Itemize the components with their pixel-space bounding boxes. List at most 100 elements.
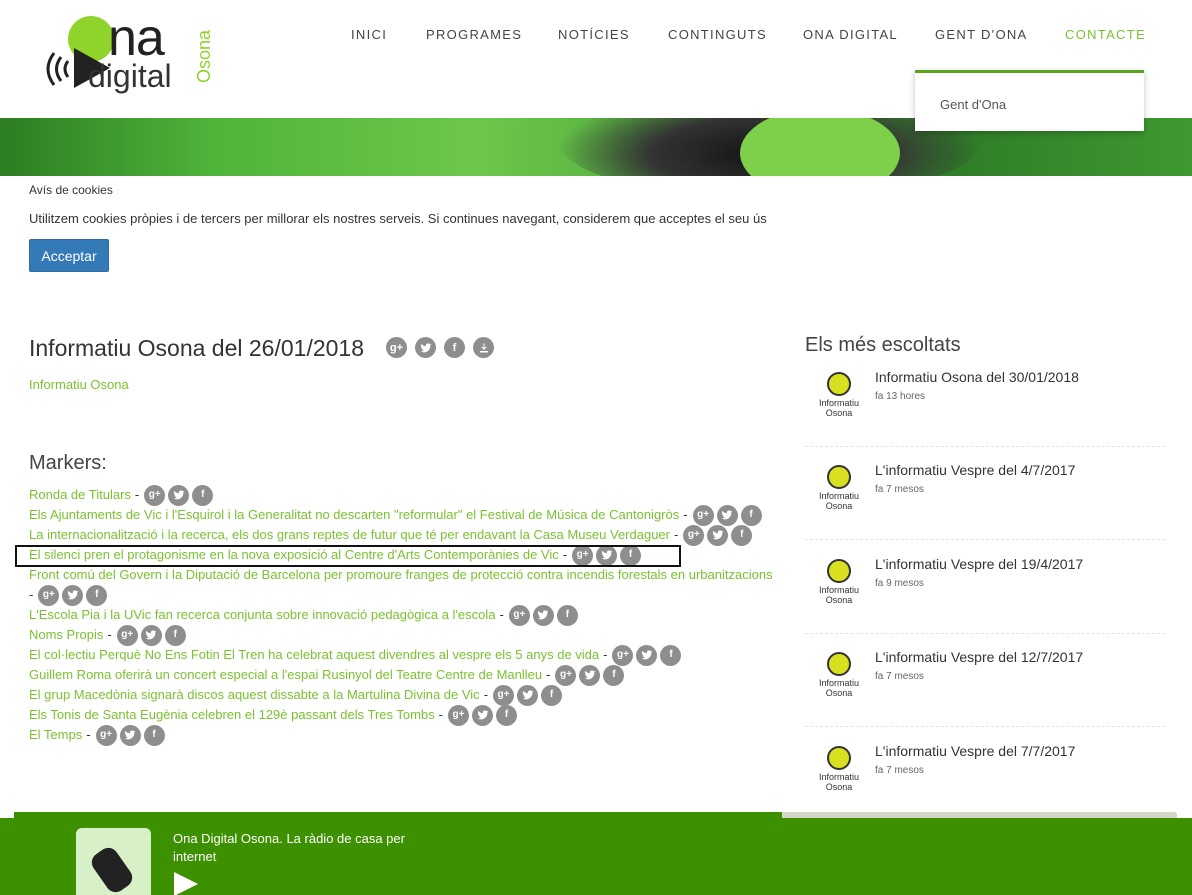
twitter-icon[interactable] (62, 584, 84, 606)
google-plus-icon[interactable]: g+ (38, 584, 60, 606)
facebook-icon[interactable]: f (731, 524, 753, 546)
google-plus-icon[interactable]: g+ (555, 664, 577, 686)
marker-link[interactable]: El col·lectiu Perquè No Ens Fotin El Tre… (29, 645, 599, 665)
marker-link[interactable]: El Temps (29, 725, 82, 745)
nav-programes[interactable]: PROGRAMES (426, 27, 522, 42)
twitter-icon[interactable] (140, 624, 162, 646)
twitter-icon[interactable] (579, 664, 601, 686)
popular-item[interactable]: Informatiu Osona L'informatiu Vespre del 1… (805, 649, 1165, 742)
site-logo[interactable]: na digital Osona (46, 12, 221, 94)
popular-item[interactable]: Informatiu Osona L'informatiu Vespre del 4… (805, 462, 1165, 555)
marker-item: El col·lectiu Perquè No Ens Fotin El Tre… (29, 644, 779, 666)
popular-item-time: fa 7 mesos (875, 765, 924, 776)
popular-item-title[interactable]: L'informatiu Vespre del 19/4/2017 (875, 556, 1083, 572)
nav-continguts[interactable]: CONTINGUTS (668, 27, 767, 42)
facebook-icon[interactable]: f (603, 664, 625, 686)
facebook-icon[interactable]: f (192, 484, 214, 506)
facebook-icon[interactable]: f (541, 684, 563, 706)
facebook-icon[interactable]: f (556, 604, 578, 626)
twitter-icon[interactable] (636, 644, 658, 666)
marker-share-icons: g+ f (508, 604, 578, 626)
download-icon[interactable] (473, 337, 494, 358)
facebook-icon[interactable]: f (496, 704, 518, 726)
nav-ona-digital[interactable]: ONA DIGITAL (803, 27, 898, 42)
marker-link[interactable]: El grup Macedònia signarà discos aquest … (29, 685, 480, 705)
marker-separator: - (603, 647, 608, 662)
google-plus-icon[interactable]: g+ (692, 504, 714, 526)
google-plus-icon[interactable]: g+ (448, 704, 470, 726)
twitter-icon[interactable] (716, 504, 738, 526)
google-plus-icon[interactable]: g+ (508, 604, 530, 626)
facebook-icon[interactable]: f (740, 504, 762, 526)
facebook-icon[interactable]: f (164, 624, 186, 646)
facebook-icon[interactable]: f (620, 544, 642, 566)
google-plus-icon[interactable]: g+ (572, 544, 594, 566)
thumbnail-label-line2: Osona (825, 408, 853, 418)
marker-link[interactable]: L'Escola Pia i la UVic fan recerca conju… (29, 605, 496, 625)
popular-item-title[interactable]: L'informatiu Vespre del 7/7/2017 (875, 743, 1075, 759)
marker-separator: - (683, 507, 688, 522)
marker-share-icons: g+ f (448, 704, 518, 726)
marker-item: El Temps - g+ f (29, 724, 779, 746)
google-plus-icon[interactable]: g+ (144, 484, 166, 506)
nav-contacte[interactable]: CONTACTE (1065, 27, 1146, 42)
marker-share-icons: g+ f (144, 484, 214, 506)
marker-link[interactable]: La internacionalització i la recerca, el… (29, 525, 670, 545)
marker-share-icons: g+ f (692, 504, 762, 526)
popular-item-title[interactable]: Informatiu Osona del 30/01/2018 (875, 369, 1079, 385)
facebook-icon[interactable]: f (660, 644, 682, 666)
google-plus-icon[interactable]: g+ (386, 337, 407, 358)
marker-share-icons: g+ f (683, 524, 753, 546)
marker-link[interactable]: El silenci pren el protagonisme en la no… (29, 545, 559, 565)
popular-item-title[interactable]: L'informatiu Vespre del 12/7/2017 (875, 649, 1083, 665)
nav-inici[interactable]: INICI (351, 27, 387, 42)
facebook-icon[interactable]: f (143, 724, 165, 746)
google-plus-icon[interactable]: g+ (493, 684, 515, 706)
audio-player: Ona Digital Osona. La ràdio de casa per … (0, 818, 1192, 895)
twitter-icon[interactable] (707, 524, 729, 546)
cookie-text: Utilitzem cookies pròpies i de tercers p… (29, 211, 767, 226)
accept-cookies-button[interactable]: Acceptar (29, 239, 109, 272)
thumbnail-label-line2: Osona (825, 782, 853, 792)
popular-item[interactable]: Informatiu Osona L'informatiu Vespre del 1… (805, 556, 1165, 649)
program-link[interactable]: Informatiu Osona (29, 377, 129, 392)
thumbnail-label: Informatiu Osona (811, 585, 867, 605)
twitter-icon[interactable] (119, 724, 141, 746)
twitter-icon[interactable] (415, 337, 436, 358)
marker-item: L'Escola Pia i la UVic fan recerca conju… (29, 604, 779, 626)
dropdown-item-gent-dona[interactable]: Gent d'Ona (940, 97, 1006, 112)
marker-separator: - (499, 607, 504, 622)
marker-link[interactable]: Noms Propis (29, 625, 103, 645)
popular-item-time: fa 7 mesos (875, 671, 924, 682)
google-plus-icon[interactable]: g+ (612, 644, 634, 666)
marker-link[interactable]: Els Tonis de Santa Eugènia celebren el 1… (29, 705, 435, 725)
play-button[interactable] (174, 872, 198, 895)
twitter-icon[interactable] (532, 604, 554, 626)
marker-link[interactable]: Els Ajuntaments de Vic i l'Esquirol i la… (29, 505, 679, 525)
popular-item-time: fa 7 mesos (875, 484, 924, 495)
thumbnail-label-line1: Informatiu (818, 585, 860, 595)
twitter-icon[interactable] (517, 684, 539, 706)
marker-link[interactable]: Front comú del Govern i la Diputació de … (29, 565, 773, 585)
marker-item: Els Ajuntaments de Vic i l'Esquirol i la… (29, 504, 779, 526)
twitter-icon[interactable] (596, 544, 618, 566)
google-plus-icon[interactable]: g+ (683, 524, 705, 546)
marker-link[interactable]: Ronda de Titulars (29, 485, 131, 505)
sidebar-separator (805, 633, 1165, 634)
marker-separator: - (438, 707, 444, 722)
facebook-icon[interactable]: f (444, 337, 465, 358)
marker-link[interactable]: Guillem Roma oferirà un concert especial… (29, 665, 542, 685)
player-title: Ona Digital Osona. La ràdio de casa per … (173, 831, 405, 864)
nav-noticies[interactable]: NOTÍCIES (558, 27, 630, 42)
popular-item[interactable]: Informatiu Osona Informatiu Osona del 30/0… (805, 369, 1165, 462)
google-plus-icon[interactable]: g+ (95, 724, 117, 746)
google-plus-icon[interactable]: g+ (116, 624, 138, 646)
twitter-icon[interactable] (168, 484, 190, 506)
twitter-icon[interactable] (472, 704, 494, 726)
facebook-icon[interactable]: f (86, 584, 108, 606)
nav-gent-dona[interactable]: GENT D'ONA (935, 27, 1028, 42)
marker-separator: - (29, 587, 34, 602)
marker-share-icons: g+ f (555, 664, 625, 686)
cookie-title: Avís de cookies (29, 183, 113, 197)
popular-item-title[interactable]: L'informatiu Vespre del 4/7/2017 (875, 462, 1075, 478)
